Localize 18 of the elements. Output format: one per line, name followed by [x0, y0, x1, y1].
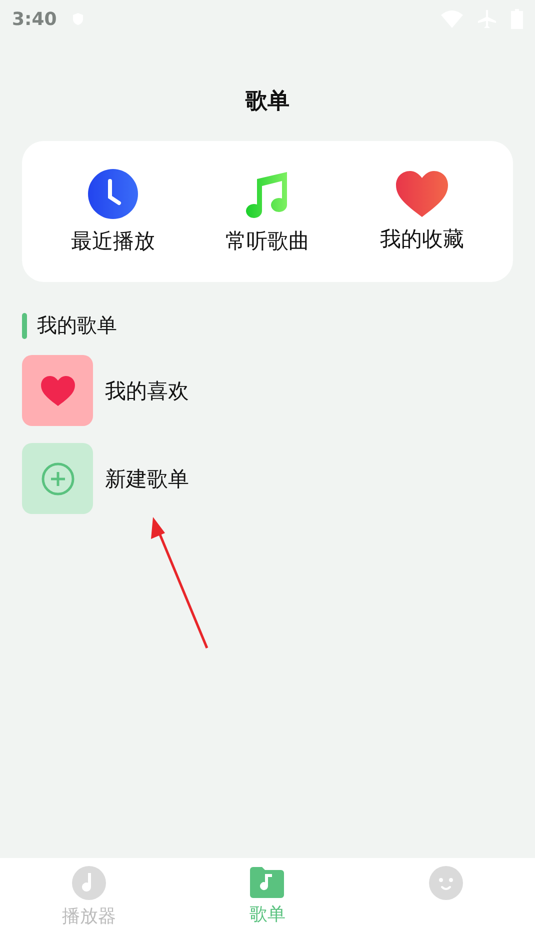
status-time: 3:40: [12, 8, 57, 30]
section-marker: [22, 312, 27, 338]
page-title: 歌单: [244, 88, 290, 116]
playlist-name[interactable]: 我的喜欢: [105, 376, 189, 404]
new-playlist-cover[interactable]: [22, 443, 93, 514]
heart-icon: [40, 376, 74, 406]
shortcut-label[interactable]: 我的收藏: [380, 224, 464, 252]
liked-playlist-cover[interactable]: [22, 355, 93, 426]
section-title: 我的歌单: [37, 312, 117, 339]
shortcut-label[interactable]: 最近播放: [71, 226, 156, 254]
clock-icon: [88, 168, 138, 218]
playlist-name[interactable]: 新建歌单: [105, 464, 189, 492]
heart-icon: [396, 170, 448, 216]
plus-icon: [40, 462, 74, 496]
smiley-icon: [428, 866, 463, 900]
music-disc-icon: [72, 866, 106, 900]
shortcut-label[interactable]: 常听歌曲: [225, 226, 310, 254]
music-folder-icon: [250, 866, 284, 898]
